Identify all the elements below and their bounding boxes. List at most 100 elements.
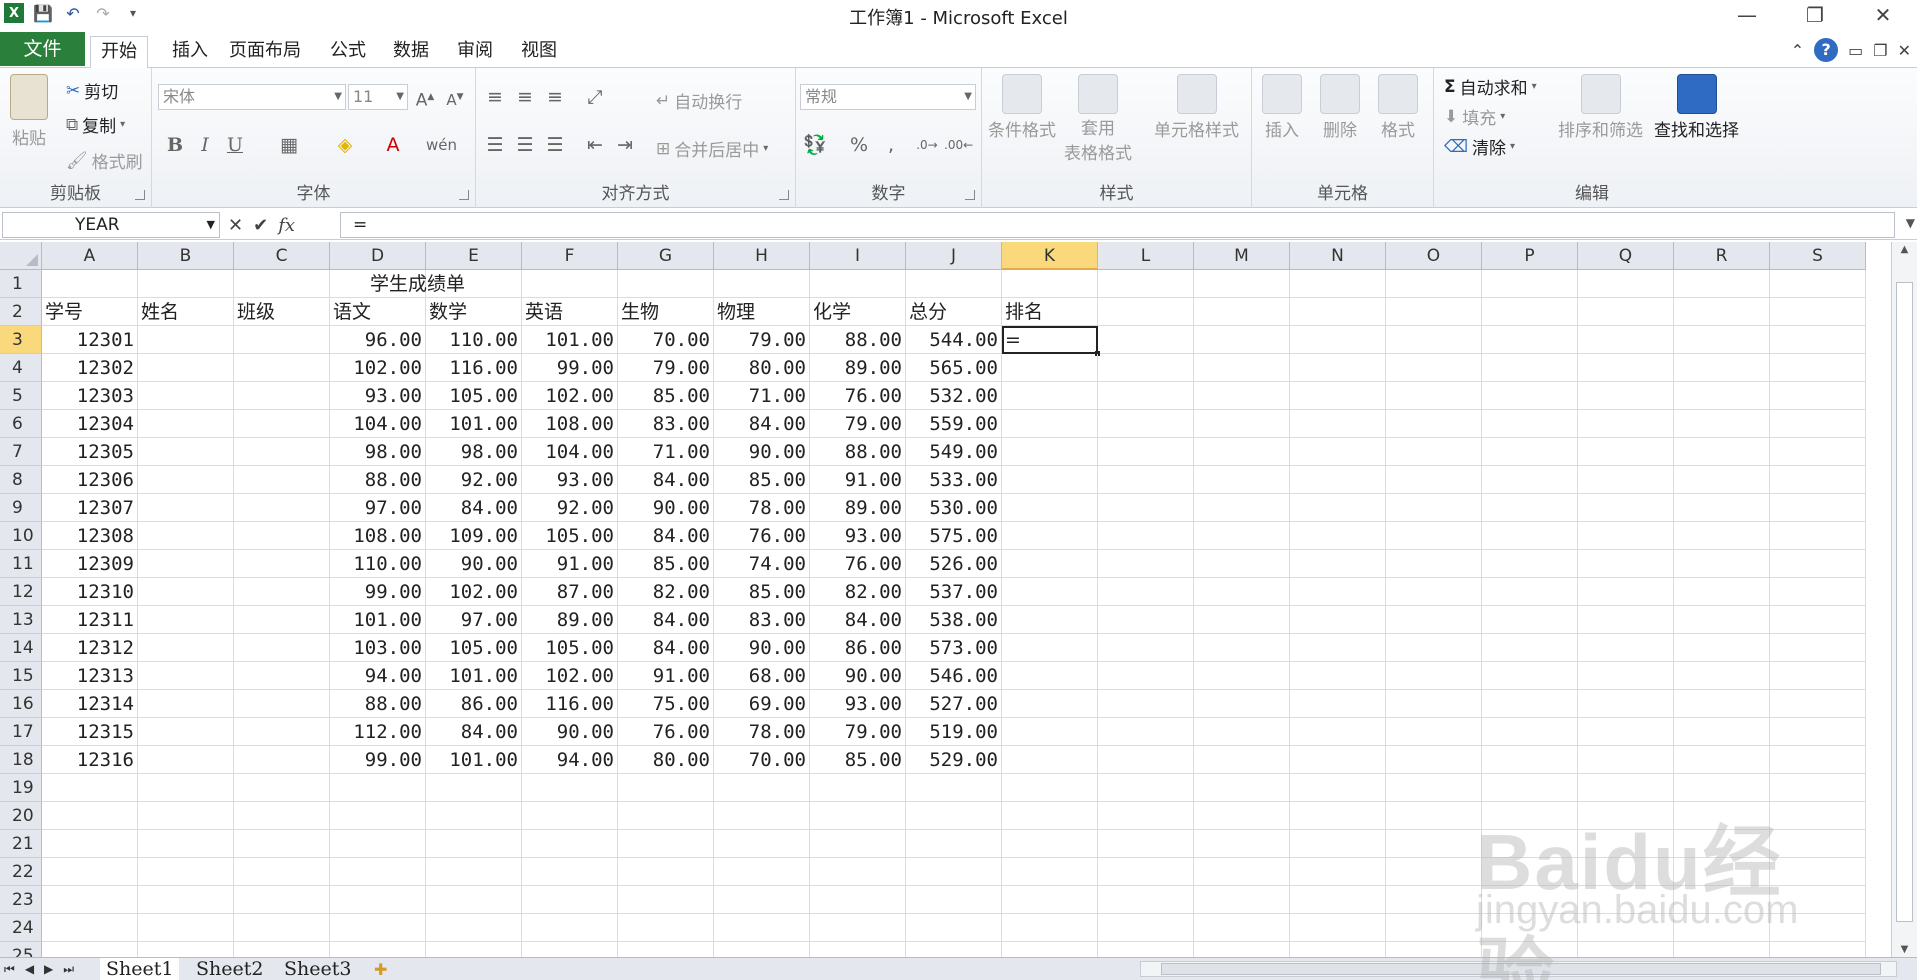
cell-q14[interactable] <box>1578 634 1674 662</box>
cell-e22[interactable] <box>426 858 522 886</box>
row-header[interactable]: 16 <box>0 690 42 718</box>
cell-g17[interactable]: 76.00 <box>618 718 714 746</box>
workbook-minimize-icon[interactable]: ▭ <box>1848 41 1863 60</box>
cell-i17[interactable]: 79.00 <box>810 718 906 746</box>
cell-c25[interactable] <box>234 942 330 957</box>
name-box[interactable]: YEAR ▼ <box>2 212 220 238</box>
cell-e23[interactable] <box>426 886 522 914</box>
cell-g6[interactable]: 83.00 <box>618 410 714 438</box>
cell-s10[interactable] <box>1770 522 1866 550</box>
cell-d9[interactable]: 97.00 <box>330 494 426 522</box>
cell-j3[interactable]: 544.00 <box>906 326 1002 354</box>
cell-l2[interactable] <box>1098 298 1194 326</box>
cell-m13[interactable] <box>1194 606 1290 634</box>
align-center-icon[interactable]: ☰ <box>512 132 538 158</box>
cell-c12[interactable] <box>234 578 330 606</box>
cell-j19[interactable] <box>906 774 1002 802</box>
cell-s16[interactable] <box>1770 690 1866 718</box>
cell-f14[interactable]: 105.00 <box>522 634 618 662</box>
column-header-c[interactable]: C <box>234 242 330 270</box>
cell-i12[interactable]: 82.00 <box>810 578 906 606</box>
vertical-scrollbar[interactable]: ▲ ▼ <box>1891 242 1917 957</box>
cell-g12[interactable]: 82.00 <box>618 578 714 606</box>
cell-b15[interactable] <box>138 662 234 690</box>
cell-k9[interactable] <box>1002 494 1098 522</box>
cell-e5[interactable]: 105.00 <box>426 382 522 410</box>
cut-button[interactable]: ✂ 剪切 <box>66 78 118 104</box>
cell-a5[interactable]: 12303 <box>42 382 138 410</box>
cell-j21[interactable] <box>906 830 1002 858</box>
cell-d5[interactable]: 93.00 <box>330 382 426 410</box>
cell-h17[interactable]: 78.00 <box>714 718 810 746</box>
cell-j6[interactable]: 559.00 <box>906 410 1002 438</box>
cell-i15[interactable]: 90.00 <box>810 662 906 690</box>
cell-r6[interactable] <box>1674 410 1770 438</box>
delete-cells-button[interactable]: 删除 <box>1320 74 1360 141</box>
cell-m18[interactable] <box>1194 746 1290 774</box>
cell-p6[interactable] <box>1482 410 1578 438</box>
cell-r20[interactable] <box>1674 802 1770 830</box>
cell-n6[interactable] <box>1290 410 1386 438</box>
cell-g19[interactable] <box>618 774 714 802</box>
formula-input[interactable]: = <box>340 212 1895 238</box>
sheet-tab-3[interactable]: Sheet3 <box>278 958 357 980</box>
cell-f5[interactable]: 102.00 <box>522 382 618 410</box>
cell-j22[interactable] <box>906 858 1002 886</box>
row-header[interactable]: 15 <box>0 662 42 690</box>
next-sheet-icon[interactable]: ▶ <box>44 959 53 979</box>
cell-n13[interactable] <box>1290 606 1386 634</box>
cell-l22[interactable] <box>1098 858 1194 886</box>
cell-q7[interactable] <box>1578 438 1674 466</box>
cell-p14[interactable] <box>1482 634 1578 662</box>
cell-c2[interactable]: 班级 <box>234 298 330 326</box>
cell-r10[interactable] <box>1674 522 1770 550</box>
cell-j10[interactable]: 575.00 <box>906 522 1002 550</box>
cell-d23[interactable] <box>330 886 426 914</box>
tab-page-layout[interactable]: 页面布局 <box>219 36 311 68</box>
cell-d20[interactable] <box>330 802 426 830</box>
cell-h23[interactable] <box>714 886 810 914</box>
cell-c19[interactable] <box>234 774 330 802</box>
dialog-launcher-icon[interactable] <box>459 190 469 200</box>
row-header[interactable]: 18 <box>0 746 42 774</box>
cell-l5[interactable] <box>1098 382 1194 410</box>
cell-g20[interactable] <box>618 802 714 830</box>
cell-k16[interactable] <box>1002 690 1098 718</box>
cell-a8[interactable]: 12306 <box>42 466 138 494</box>
cell-i7[interactable]: 88.00 <box>810 438 906 466</box>
insert-function-icon[interactable]: fx <box>278 215 295 236</box>
cell-c24[interactable] <box>234 914 330 942</box>
cell-b17[interactable] <box>138 718 234 746</box>
cell-h14[interactable]: 90.00 <box>714 634 810 662</box>
cell-i19[interactable] <box>810 774 906 802</box>
cell-s11[interactable] <box>1770 550 1866 578</box>
format-painter-button[interactable]: 🖌 格式刷 <box>66 148 143 174</box>
cell-f15[interactable]: 102.00 <box>522 662 618 690</box>
cell-b9[interactable] <box>138 494 234 522</box>
cell-h1[interactable] <box>714 270 810 298</box>
row-header[interactable]: 19 <box>0 774 42 802</box>
row-header[interactable]: 12 <box>0 578 42 606</box>
cell-g2[interactable]: 生物 <box>618 298 714 326</box>
cell-l20[interactable] <box>1098 802 1194 830</box>
cell-k10[interactable] <box>1002 522 1098 550</box>
cell-q10[interactable] <box>1578 522 1674 550</box>
cell-e11[interactable]: 90.00 <box>426 550 522 578</box>
font-name-select[interactable]: 宋体 ▼ <box>158 84 346 110</box>
cell-f17[interactable]: 90.00 <box>522 718 618 746</box>
cell-e14[interactable]: 105.00 <box>426 634 522 662</box>
row-header[interactable]: 23 <box>0 886 42 914</box>
cell-r9[interactable] <box>1674 494 1770 522</box>
cell-r13[interactable] <box>1674 606 1770 634</box>
cell-j12[interactable]: 537.00 <box>906 578 1002 606</box>
cell-s17[interactable] <box>1770 718 1866 746</box>
cell-h24[interactable] <box>714 914 810 942</box>
cell-i5[interactable]: 76.00 <box>810 382 906 410</box>
first-sheet-icon[interactable]: ⏮ <box>4 959 15 979</box>
cell-g1[interactable] <box>618 270 714 298</box>
cell-n17[interactable] <box>1290 718 1386 746</box>
cell-c10[interactable] <box>234 522 330 550</box>
cell-r16[interactable] <box>1674 690 1770 718</box>
cell-j4[interactable]: 565.00 <box>906 354 1002 382</box>
cell-p20[interactable] <box>1482 802 1578 830</box>
